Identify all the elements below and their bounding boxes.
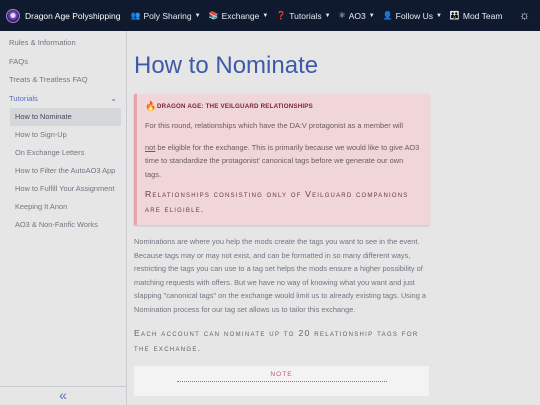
- note-box: NOTE: [134, 366, 429, 396]
- sidebar-item-treats-faq[interactable]: Treats & Treatless FAQ: [0, 71, 126, 90]
- top-navbar: Dragon Age Polyshipping 👥 Poly Sharing ▼…: [0, 0, 540, 31]
- note-divider: [176, 381, 387, 382]
- sidebar-section-tutorials[interactable]: Tutorials ⌄: [0, 90, 126, 109]
- sidebar-item-rules[interactable]: Rules & Information: [0, 34, 126, 53]
- ao3-icon: ⚛: [338, 11, 346, 20]
- flame-icon: 🔥: [145, 101, 157, 111]
- sidebar-subitem-how-to-sign-up[interactable]: How to Sign-Up: [10, 126, 121, 144]
- sidebar-subitem-keeping-anon[interactable]: Keeping It Anon: [10, 198, 121, 216]
- nav-label: Mod Team: [462, 10, 503, 21]
- nav-tutorials[interactable]: ❓ Tutorials ▼: [276, 11, 330, 21]
- alert-paragraph: For this round, relationships which have…: [145, 121, 403, 130]
- sidebar: Rules & Information FAQs Treats & Treatl…: [0, 31, 127, 405]
- note-title: NOTE: [270, 371, 293, 378]
- theme-toggle-sun-icon[interactable]: ☼: [518, 9, 531, 22]
- user-plus-icon: 👤: [382, 11, 393, 20]
- alert-paragraph: not be eligible for the exchange. This i…: [145, 141, 421, 182]
- nav-label: Follow Us: [395, 10, 433, 21]
- site-logo: [6, 8, 20, 23]
- caret-down-icon: ▼: [324, 12, 331, 19]
- alert-emphasis: Relationships consisting only of Veilgua…: [145, 189, 409, 214]
- page-title: How to Nominate: [134, 52, 319, 79]
- caps-statement: Each account can nominate up to 20 relat…: [134, 328, 419, 353]
- nav-follow-us[interactable]: 👤 Follow Us ▼: [383, 11, 442, 21]
- sidebar-subitem-non-fanfic-works[interactable]: AO3 & Non-Fanfic Works: [10, 216, 121, 234]
- underlined-word: not: [145, 142, 156, 152]
- brand[interactable]: Dragon Age Polyshipping: [6, 8, 121, 23]
- nav-exchange[interactable]: 📚 Exchange ▼: [209, 11, 269, 21]
- main-content: How to Nominate 🔥 DRAGON AGE: THE VEILGU…: [127, 31, 540, 405]
- alert-heading-text: DRAGON AGE: THE VEILGUARD RELATIONSHIPS: [157, 102, 313, 110]
- chevron-down-icon[interactable]: ⌄: [110, 90, 117, 109]
- alert-paragraph-rest: be eligible for the exchange. This is pr…: [145, 142, 420, 179]
- sidebar-subitem-fulfill-assignment[interactable]: How to Fulfill Your Assignment: [10, 180, 121, 198]
- sidebar-subitem-filter-autoao3[interactable]: How to Filter the AutoAO3 App: [10, 162, 121, 180]
- team-icon: 👪: [449, 11, 460, 20]
- body-paragraph: Nominations are where you help the mods …: [134, 237, 427, 314]
- sidebar-item-faqs[interactable]: FAQs: [0, 53, 126, 72]
- nav-mod-team[interactable]: 👪 Mod Team: [450, 11, 503, 21]
- caret-down-icon: ▼: [368, 12, 375, 19]
- nav-label: Tutorials: [289, 10, 322, 21]
- caret-down-icon: ▼: [262, 12, 269, 19]
- nav-ao3[interactable]: ⚛ AO3 ▼: [339, 11, 375, 21]
- sidebar-section-label: Tutorials: [9, 93, 38, 103]
- nav-label: AO3: [348, 10, 366, 21]
- sidebar-subitem-exchange-letters[interactable]: On Exchange Letters: [10, 144, 121, 162]
- nav-label: Exchange: [221, 10, 260, 21]
- nav-poly-sharing[interactable]: 👥 Poly Sharing ▼: [130, 11, 200, 21]
- alert-heading: 🔥 DRAGON AGE: THE VEILGUARD RELATIONSHIP…: [145, 101, 421, 111]
- caret-down-icon: ▼: [435, 12, 442, 19]
- users-icon: 👥: [130, 11, 141, 20]
- sidebar-subitem-how-to-nominate[interactable]: How to Nominate: [10, 108, 121, 126]
- books-icon: 📚: [208, 11, 219, 20]
- caret-down-icon: ▼: [194, 12, 201, 19]
- sidebar-collapse-button[interactable]: «: [0, 386, 127, 405]
- brand-title: Dragon Age Polyshipping: [25, 10, 121, 21]
- question-icon: ❓: [276, 11, 287, 20]
- alert-box: 🔥 DRAGON AGE: THE VEILGUARD RELATIONSHIP…: [134, 94, 429, 225]
- nav-label: Poly Sharing: [143, 10, 192, 21]
